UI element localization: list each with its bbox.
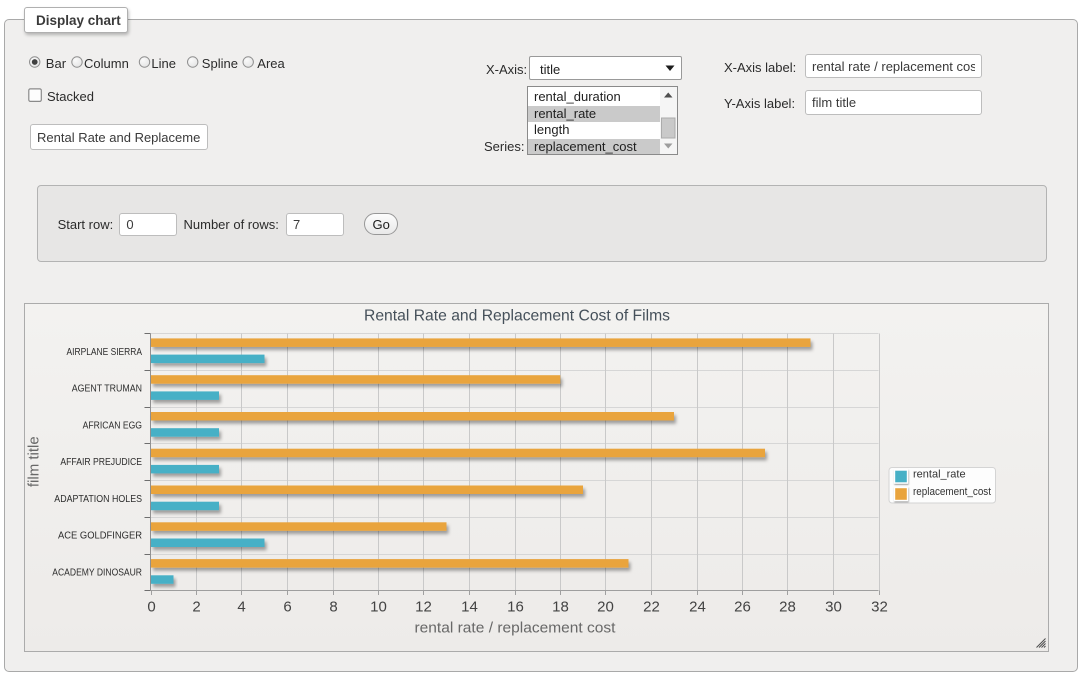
svg-text:10: 10 (370, 599, 387, 616)
svg-text:ADAPTATION HOLES: ADAPTATION HOLES (54, 494, 142, 505)
svg-text:film title: film title (26, 436, 43, 487)
svg-text:2: 2 (192, 599, 200, 616)
svg-text:22: 22 (643, 599, 660, 616)
svg-text:18: 18 (552, 599, 569, 616)
svg-text:14: 14 (461, 599, 478, 616)
svg-text:ACE GOLDFINGER: ACE GOLDFINGER (58, 531, 142, 542)
svg-text:28: 28 (779, 599, 796, 616)
svg-text:rental_rate: rental_rate (913, 469, 966, 481)
svg-text:AIRPLANE SIERRA: AIRPLANE SIERRA (67, 347, 143, 358)
svg-text:ACADEMY DINOSAUR: ACADEMY DINOSAUR (52, 568, 142, 579)
svg-text:AFFAIR PREJUDICE: AFFAIR PREJUDICE (60, 457, 142, 468)
svg-text:6: 6 (283, 599, 291, 616)
svg-text:AGENT TRUMAN: AGENT TRUMAN (72, 384, 142, 395)
svg-text:8: 8 (329, 599, 337, 616)
svg-text:4: 4 (237, 599, 245, 616)
svg-text:26: 26 (734, 599, 751, 616)
svg-text:24: 24 (689, 599, 706, 616)
svg-text:30: 30 (825, 599, 842, 616)
svg-text:AFRICAN EGG: AFRICAN EGG (83, 420, 143, 431)
svg-text:16: 16 (507, 599, 524, 616)
svg-text:rental rate / replacement cost: rental rate / replacement cost (415, 620, 617, 637)
svg-text:20: 20 (597, 599, 614, 616)
svg-text:replacement_cost: replacement_cost (913, 486, 991, 498)
svg-text:32: 32 (871, 599, 888, 616)
svg-text:Rental Rate and Replacement Co: Rental Rate and Replacement Cost of Film… (364, 308, 670, 325)
svg-text:12: 12 (415, 599, 432, 616)
svg-text:0: 0 (147, 599, 155, 616)
